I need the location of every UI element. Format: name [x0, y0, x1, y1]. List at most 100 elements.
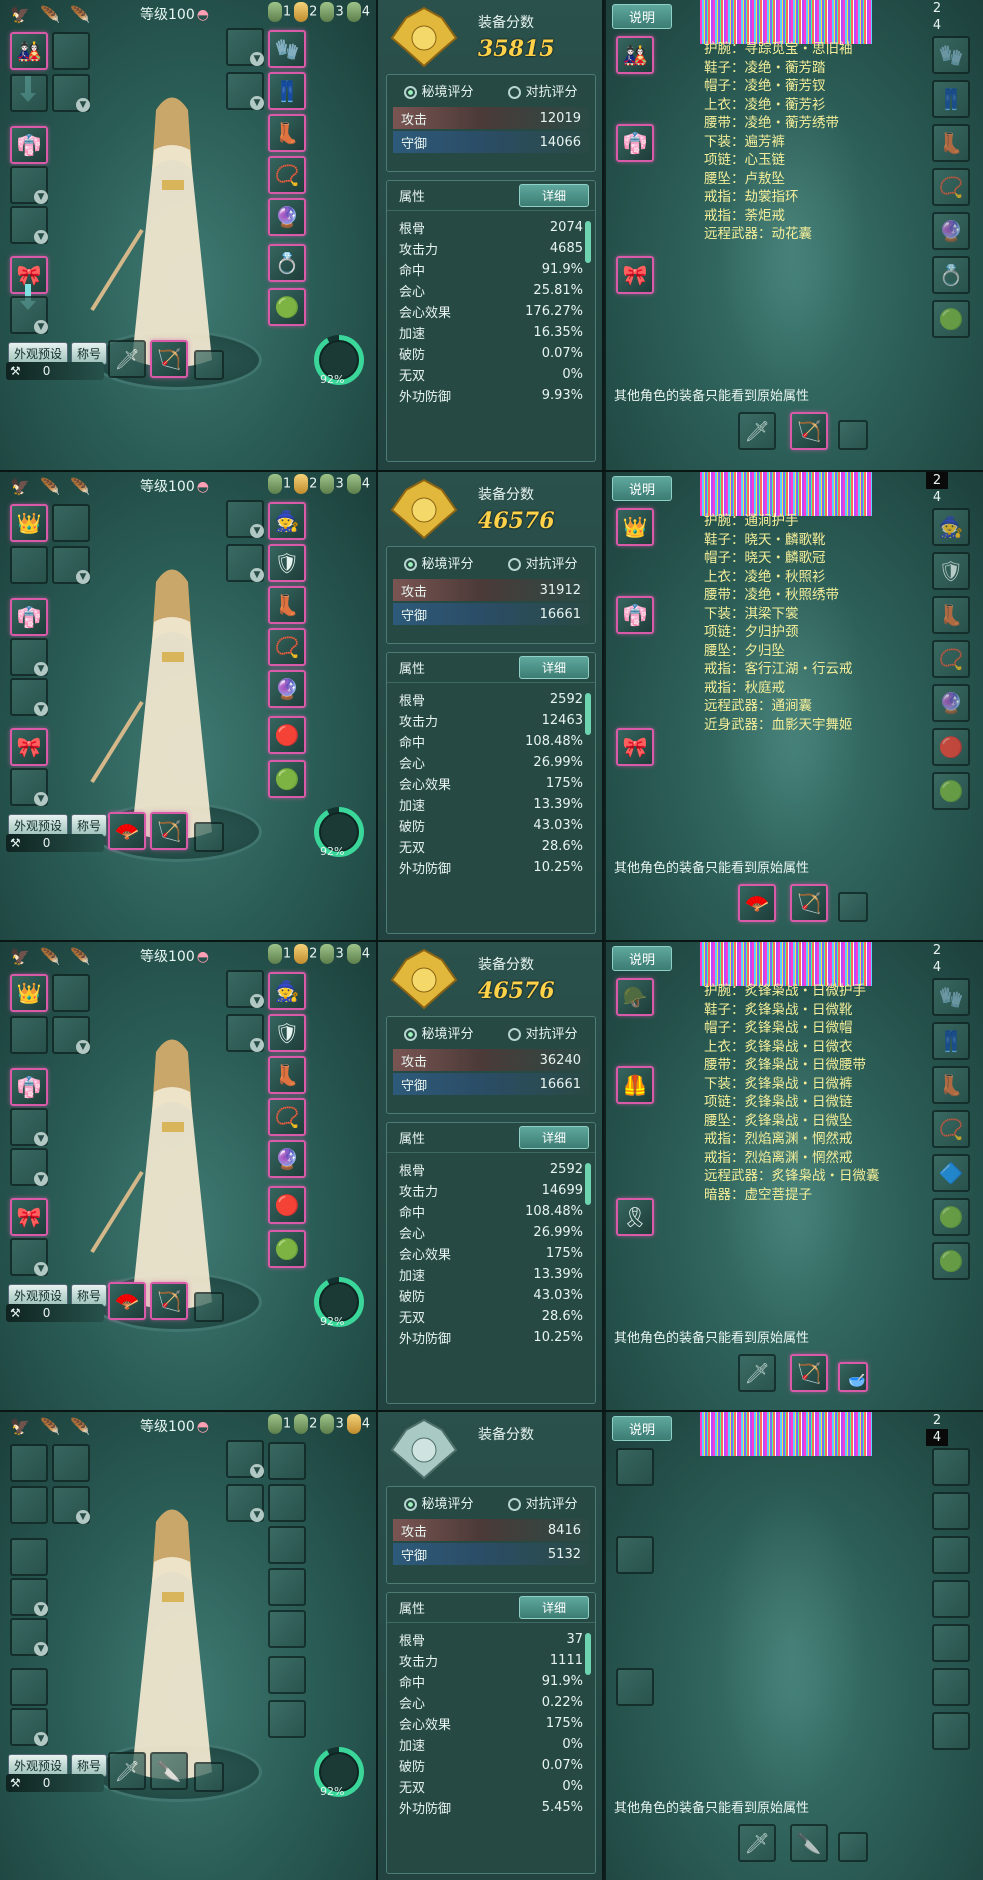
loadout-slot-4[interactable]: 4: [346, 474, 370, 494]
equip-slot-empty[interactable]: ▼: [10, 1238, 48, 1276]
dropdown-icon[interactable]: ▼: [34, 792, 48, 806]
compare-slot-hidden-weapon[interactable]: 🥣: [838, 1362, 868, 1392]
character-model[interactable]: [72, 502, 302, 912]
compare-slot-pendant[interactable]: [932, 1624, 970, 1662]
dropdown-icon[interactable]: ▼: [34, 1262, 48, 1276]
tab-secret-realm[interactable]: 秘境评分: [404, 1493, 474, 1512]
equip-slot-hat[interactable]: 👑: [10, 504, 48, 542]
compare-slot-bracer[interactable]: 🧤: [932, 36, 970, 74]
compare-slot-pants[interactable]: 🛡: [932, 552, 970, 590]
equip-slot-empty[interactable]: [10, 1486, 48, 1524]
loadout-slot-3[interactable]: 3: [320, 1414, 344, 1434]
attribute-scrollbar[interactable]: [585, 1163, 591, 1205]
attribute-scrollbar[interactable]: [585, 693, 591, 735]
compare-slot-ring[interactable]: [932, 1668, 970, 1706]
equip-slot-empty[interactable]: ▼: [10, 768, 48, 806]
equip-slot-empty[interactable]: ▼: [10, 678, 48, 716]
tab-pvp[interactable]: 对抗评分: [508, 81, 578, 100]
compare-slot-weapon[interactable]: 🪭: [738, 884, 776, 922]
tab-pvp[interactable]: 对抗评分: [508, 1023, 578, 1042]
equip-slot-empty[interactable]: ▼: [10, 1148, 48, 1186]
explain-button[interactable]: 说明: [612, 476, 673, 501]
tab-secret-realm[interactable]: 秘境评分: [404, 1023, 474, 1042]
loadout-slot-4[interactable]: 4: [346, 1414, 370, 1434]
compare-slot-hat[interactable]: [616, 1448, 654, 1486]
equip-slot-empty[interactable]: ▼: [10, 296, 48, 334]
loadout-slot-2[interactable]: 2: [294, 1414, 317, 1434]
compare-slot-ranged[interactable]: 🏹: [790, 884, 828, 922]
explain-button[interactable]: 说明: [612, 946, 673, 971]
page-4[interactable]: 4: [926, 489, 948, 506]
compare-slot-belt[interactable]: 🎀: [616, 728, 654, 766]
tab-pvp[interactable]: 对抗评分: [508, 553, 578, 572]
dropdown-icon[interactable]: ▼: [34, 320, 48, 334]
page-2[interactable]: 2: [926, 942, 948, 959]
compare-slot-bracer[interactable]: [932, 1448, 970, 1486]
compare-slot-pendant[interactable]: 🔷: [932, 1154, 970, 1192]
page-4[interactable]: 4: [926, 17, 948, 34]
compare-slot-ring[interactable]: 🟢: [932, 1198, 970, 1236]
equip-slot-empty[interactable]: ▼: [10, 166, 48, 204]
equip-slot-empty[interactable]: [10, 74, 48, 112]
dropdown-icon[interactable]: ▼: [34, 1732, 48, 1746]
equip-slot-hat[interactable]: 👑: [10, 974, 48, 1012]
page-2[interactable]: 2: [926, 0, 948, 17]
compare-slot-belt[interactable]: 🎗: [616, 1198, 654, 1236]
eagle-icon[interactable]: 🦅: [6, 476, 34, 496]
character-model[interactable]: [72, 30, 302, 440]
equip-slot-top[interactable]: [10, 1538, 48, 1576]
compare-slot-ring[interactable]: 🟢: [932, 300, 970, 338]
loadout-slot-2[interactable]: 2: [294, 944, 317, 964]
dropdown-icon[interactable]: ▼: [34, 1642, 48, 1656]
loadout-slot-4[interactable]: 4: [346, 944, 370, 964]
dropdown-icon[interactable]: ▼: [34, 702, 48, 716]
equip-slot-hat[interactable]: [10, 1444, 48, 1482]
attribute-scrollbar[interactable]: [585, 221, 591, 263]
loadout-slot-1[interactable]: 1: [267, 474, 291, 494]
compare-slot-ring[interactable]: 🟢: [932, 1242, 970, 1280]
compare-slot-small[interactable]: [838, 420, 868, 450]
equip-slot-hat[interactable]: 🎎: [10, 32, 48, 70]
page-4[interactable]: 4: [926, 959, 948, 976]
wing-icon[interactable]: 🪶: [36, 1416, 64, 1436]
dropdown-icon[interactable]: ▼: [34, 230, 48, 244]
wing-icon[interactable]: 🪶: [66, 946, 94, 966]
compare-slot-bracer[interactable]: 🧤: [932, 978, 970, 1016]
loadout-slot-1[interactable]: 1: [267, 1414, 291, 1434]
compare-slot-necklace[interactable]: 📿: [932, 640, 970, 678]
equip-slot-empty[interactable]: [10, 1016, 48, 1054]
explain-button[interactable]: 说明: [612, 4, 673, 29]
compare-slot-ranged[interactable]: 🏹: [790, 1354, 828, 1392]
compare-slot-weapon[interactable]: 🗡: [738, 1824, 776, 1862]
equip-slot-empty[interactable]: ▼: [10, 1618, 48, 1656]
compare-slot-pants[interactable]: [932, 1492, 970, 1530]
loadout-slot-4[interactable]: 4: [346, 2, 370, 22]
equip-slot-small[interactable]: [194, 350, 224, 380]
equip-slot-top[interactable]: 👘: [10, 1068, 48, 1106]
detail-button[interactable]: 详细: [518, 1596, 589, 1619]
detail-button[interactable]: 详细: [518, 656, 589, 679]
wing-icon[interactable]: 🪶: [66, 4, 94, 24]
equip-slot-ranged[interactable]: 🏹: [150, 1282, 188, 1320]
compare-slot-weapon[interactable]: 🗡: [738, 1354, 776, 1392]
equip-slot-empty[interactable]: ▼: [10, 206, 48, 244]
page-4[interactable]: 4: [926, 1429, 948, 1446]
detail-button[interactable]: 详细: [518, 184, 589, 207]
compare-slot-pendant[interactable]: 🔮: [932, 212, 970, 250]
loadout-slot-2[interactable]: 2: [294, 2, 317, 22]
compare-slot-shoes[interactable]: 👢: [932, 124, 970, 162]
compare-slot-ring[interactable]: 💍: [932, 256, 970, 294]
dropdown-icon[interactable]: ▼: [34, 1602, 48, 1616]
attribute-scrollbar[interactable]: [585, 1633, 591, 1675]
tab-secret-realm[interactable]: 秘境评分: [404, 81, 474, 100]
equip-slot-small[interactable]: [194, 822, 224, 852]
wing-icon[interactable]: 🪶: [66, 476, 94, 496]
compare-slot-pants[interactable]: 👖: [932, 1022, 970, 1060]
compare-slot-necklace[interactable]: 📿: [932, 1110, 970, 1148]
equip-slot-weapon[interactable]: 🗡: [108, 340, 146, 378]
wing-icon[interactable]: 🪶: [66, 1416, 94, 1436]
compare-slot-belt[interactable]: [616, 1668, 654, 1706]
compare-slot-necklace[interactable]: [932, 1580, 970, 1618]
compare-slot-ranged[interactable]: 🔪: [790, 1824, 828, 1862]
dropdown-icon[interactable]: ▼: [34, 1132, 48, 1146]
